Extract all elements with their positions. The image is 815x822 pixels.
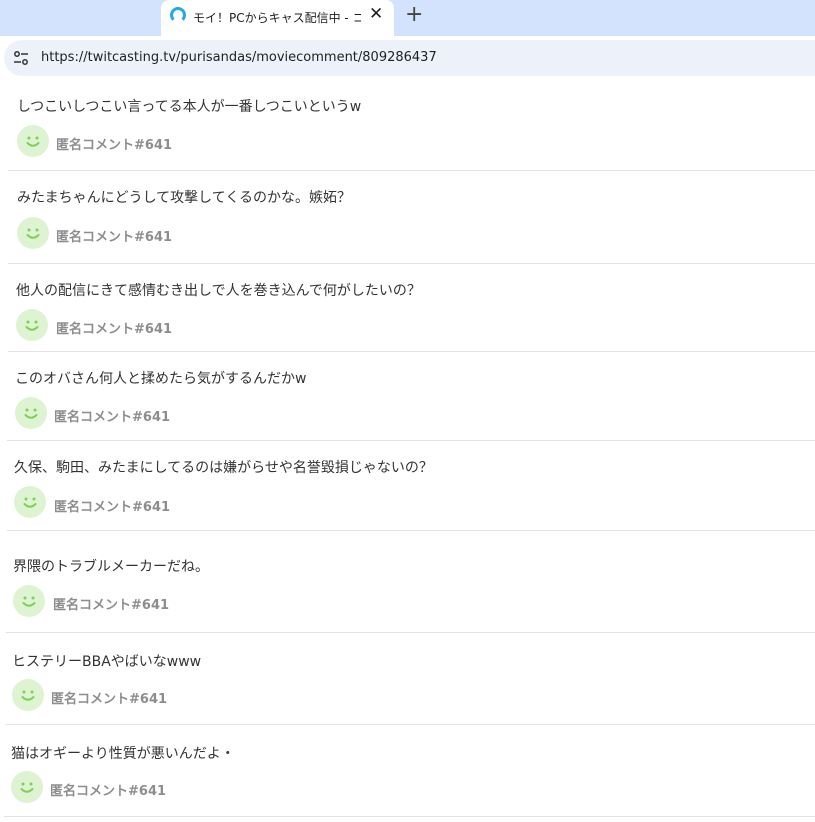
comment-text: しつこいしつこい言ってる本人が一番しつこいというw [17, 99, 362, 115]
comment-text: 界隈のトラブルメーカーだね。 [13, 559, 209, 575]
comment-text: このオバさん何人と揉めたら気がするんだかw [15, 371, 307, 387]
comment-text: ヒステリーBBAやばいなwww [12, 654, 202, 670]
comment-username[interactable]: 匿名コメント#641 [56, 226, 172, 245]
avatar-icon[interactable] [15, 397, 47, 429]
avatar-icon[interactable] [11, 771, 43, 803]
active-tab[interactable]: モイ！PCからキャス配信中 - コメント ✕ [161, 0, 394, 36]
avatar-icon[interactable] [17, 217, 49, 249]
avatar-icon[interactable] [13, 585, 45, 617]
comment-item: ヒステリーBBAやばいなwww 匿名コメント#641 [5, 633, 815, 725]
twitcasting-favicon-icon [170, 7, 186, 23]
avatar-icon[interactable] [14, 486, 46, 518]
tab-strip: モイ！PCからキャス配信中 - コメント ✕ + [0, 0, 815, 36]
avatar-icon[interactable] [17, 125, 49, 157]
site-info-icon[interactable] [12, 49, 30, 67]
address-bar[interactable]: https://twitcasting.tv/purisandas/moviec… [4, 40, 815, 76]
comment-username[interactable]: 匿名コメント#641 [54, 496, 170, 515]
comment-username[interactable]: 匿名コメント#641 [50, 780, 166, 799]
comment-item: 猫はオギーより性質が悪いんだよ・ 匿名コメント#641 [4, 725, 815, 817]
comment-item: 久保、駒田、みたまにしてるのは嫌がらせや名誉毀損じゃないの？ 匿名コメント#64… [7, 441, 815, 531]
avatar-icon[interactable] [12, 679, 44, 711]
comment-text: みたまちゃんにどうして攻撃してくるのかな。嫉妬？ [17, 190, 352, 206]
new-tab-button[interactable]: + [405, 2, 423, 27]
comment-username[interactable]: 匿名コメント#641 [56, 318, 172, 337]
comment-item: みたまちゃんにどうして攻撃してくるのかな。嫉妬？ 匿名コメント#641 [8, 171, 815, 264]
tab-title: モイ！PCからキャス配信中 - コメント [193, 11, 361, 25]
comment-text: 他人の配信にきて感情むき出しで人を巻き込んで何がしたいの？ [16, 283, 421, 299]
comment-item: 他人の配信にきて感情むき出しで人を巻き込んで何がしたいの？ 匿名コメント#641 [8, 264, 815, 352]
comment-username[interactable]: 匿名コメント#641 [56, 134, 172, 153]
close-tab-icon[interactable]: ✕ [369, 4, 383, 24]
comment-item: このオバさん何人と揉めたら気がするんだかw 匿名コメント#641 [7, 352, 815, 441]
comment-username[interactable]: 匿名コメント#641 [54, 406, 170, 425]
comment-username[interactable]: 匿名コメント#641 [51, 688, 167, 707]
comment-item: しつこいしつこい言ってる本人が一番しつこいというw 匿名コメント#641 [8, 80, 815, 171]
comment-username[interactable]: 匿名コメント#641 [53, 594, 169, 613]
browser-toolbar: https://twitcasting.tv/purisandas/moviec… [0, 36, 815, 80]
comment-text: 久保、駒田、みたまにしてるのは嫌がらせや名誉毀損じゃないの？ [14, 460, 433, 476]
comment-text: 猫はオギーより性質が悪いんだよ・ [11, 746, 235, 762]
avatar-icon[interactable] [16, 309, 48, 341]
comment-item: 界隈のトラブルメーカーだね。 匿名コメント#641 [6, 531, 815, 633]
url-text: https://twitcasting.tv/purisandas/moviec… [41, 50, 437, 65]
